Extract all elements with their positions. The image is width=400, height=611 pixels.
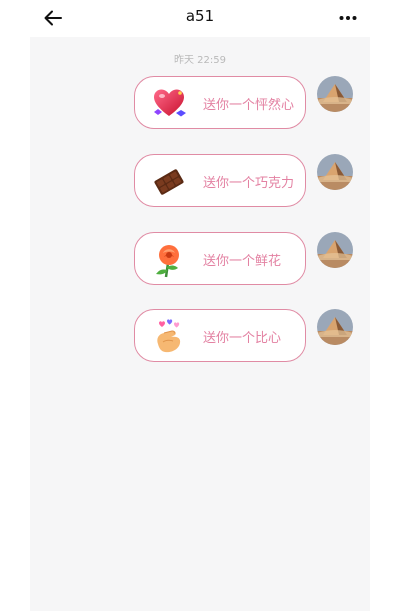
gift-message-bubble[interactable]: 送你一个鲜花 — [134, 232, 306, 285]
top-bar: a51 — [0, 0, 400, 37]
gift-message-bubble[interactable]: 送你一个巧克力 — [134, 154, 306, 207]
gift-message-text: 送你一个怦然心 — [203, 98, 295, 113]
chat-area[interactable]: 昨天 22:59 送你一个怦然心 送你一个巧克力 送你一个鲜花 送你一个比心 — [30, 37, 370, 611]
chocolate-gift-icon — [154, 169, 184, 195]
avatar[interactable] — [317, 232, 353, 268]
gift-message-bubble[interactable]: 送你一个怦然心 — [134, 76, 306, 129]
avatar-image — [317, 76, 353, 112]
message-row: 送你一个怦然心 — [30, 76, 370, 136]
gift-message-text: 送你一个比心 — [203, 331, 282, 346]
more-button[interactable] — [333, 4, 363, 32]
avatar-image — [317, 232, 353, 268]
gift-message-text: 送你一个鲜花 — [203, 254, 282, 269]
avatar-image — [317, 309, 353, 345]
more-dots-icon — [339, 16, 357, 20]
chat-page: a51 昨天 22:59 送你一个怦然心 送你一个巧克力 送你一个鲜花 送你一个… — [0, 0, 400, 611]
avatar[interactable] — [317, 76, 353, 112]
message-row: 送你一个巧克力 — [30, 154, 370, 214]
avatar[interactable] — [317, 154, 353, 190]
heart-gift-icon — [154, 89, 186, 117]
message-row: 送你一个比心 — [30, 309, 370, 369]
gift-message-text: 送你一个巧克力 — [203, 176, 295, 191]
message-timestamp: 昨天 22:59 — [174, 55, 226, 66]
message-row: 送你一个鲜花 — [30, 232, 370, 292]
rose-gift-icon — [156, 245, 179, 278]
avatar-image — [317, 154, 353, 190]
finger-heart-gift-icon — [157, 319, 181, 353]
gift-message-bubble[interactable]: 送你一个比心 — [134, 309, 306, 362]
avatar[interactable] — [317, 309, 353, 345]
